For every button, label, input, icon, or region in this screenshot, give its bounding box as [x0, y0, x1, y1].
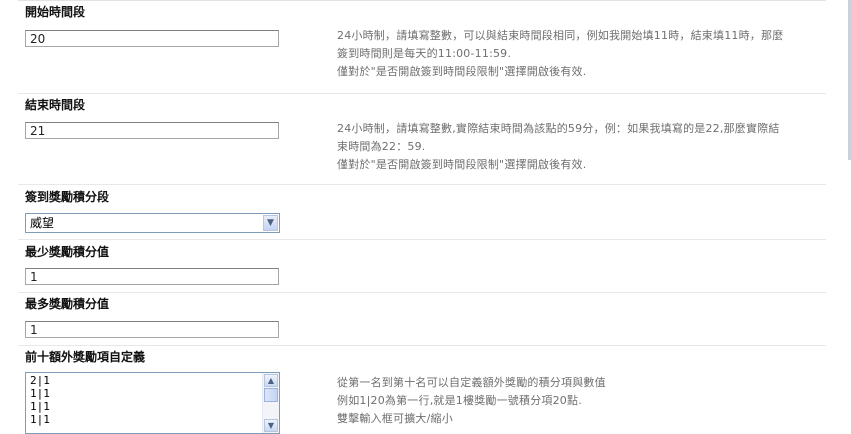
- start-time-help: 24小時制，請填寫整數，可以與結束時間段相同，例如我開始填11時，結束填11時，…: [337, 27, 822, 81]
- reward-credit-select[interactable]: 威望 ▼: [25, 213, 280, 233]
- help-line: 例如1|20為第一行,就是1樓獎勵一號積分項20點.: [337, 394, 582, 407]
- min-reward-label: 最少獎勵積分值: [25, 245, 110, 259]
- max-reward-row: 最多獎勵積分值: [18, 293, 826, 346]
- help-line: 束時間為22：59.: [337, 140, 426, 153]
- min-reward-input[interactable]: [25, 268, 279, 285]
- start-time-label: 開始時間段: [25, 5, 86, 19]
- help-line: 雙擊輸入框可擴大/縮小: [337, 412, 453, 425]
- top-ten-reward-row: 前十額外獎勵項自定義 2|1 1|1 1|1 1|1 ▲ ▼ 從第一名到第十名可…: [18, 346, 826, 434]
- end-time-row: 結束時間段 24小時制，請填寫整數,實際結束時間為該點的59分，例：如果我填寫的…: [18, 94, 826, 185]
- textarea-line: 1|1: [30, 413, 50, 426]
- scrollbar-thumb[interactable]: [264, 388, 278, 402]
- end-time-label: 結束時間段: [25, 98, 86, 112]
- help-line: 僅對於"是否開啟簽到時間段限制"選擇開啟後有效.: [337, 158, 587, 171]
- chevron-down-icon[interactable]: ▼: [263, 215, 278, 231]
- textarea-line: 1|1: [30, 400, 50, 413]
- help-line: 24小時制，請填寫整數,實際結束時間為該點的59分，例：如果我填寫的是22,那麼…: [337, 122, 780, 135]
- top-ten-reward-textarea[interactable]: 2|1 1|1 1|1 1|1 ▲ ▼: [25, 372, 280, 434]
- help-line: 從第一名到第十名可以自定義額外獎勵的積分項與數值: [337, 376, 606, 389]
- textarea-line: 1|1: [30, 387, 50, 400]
- help-line: 24小時制，請填寫整數，可以與結束時間段相同，例如我開始填11時，結束填11時，…: [337, 29, 784, 42]
- textarea-line: 2|1: [30, 374, 50, 387]
- start-time-row: 開始時間段 24小時制，請填寫整數，可以與結束時間段相同，例如我開始填11時，結…: [18, 0, 826, 94]
- end-time-input[interactable]: [25, 122, 279, 139]
- help-line: 僅對於"是否開啟簽到時間段限制"選擇開啟後有效.: [337, 65, 587, 78]
- arrow-up-icon[interactable]: ▲: [264, 374, 278, 387]
- max-reward-input[interactable]: [25, 321, 279, 338]
- start-time-input[interactable]: [25, 30, 279, 47]
- end-time-help: 24小時制，請填寫整數,實際結束時間為該點的59分，例：如果我填寫的是22,那麼…: [337, 120, 822, 174]
- textarea-scrollbar[interactable]: ▲ ▼: [262, 373, 279, 433]
- min-reward-row: 最少獎勵積分值: [18, 240, 826, 293]
- reward-credit-selected-value: 威望: [30, 216, 55, 230]
- top-ten-reward-label: 前十額外獎勵項自定義: [25, 350, 146, 364]
- max-reward-label: 最多獎勵積分值: [25, 297, 110, 311]
- reward-credit-label: 簽到獎勵積分段: [25, 190, 110, 204]
- top-ten-reward-help: 從第一名到第十名可以自定義額外獎勵的積分項與數值 例如1|20為第一行,就是1樓…: [337, 374, 822, 428]
- reward-credit-row: 簽到獎勵積分段 威望 ▼: [18, 185, 826, 240]
- help-line: 簽到時間則是每天的11:00-11:59.: [337, 47, 512, 60]
- arrow-down-icon[interactable]: ▼: [264, 419, 278, 432]
